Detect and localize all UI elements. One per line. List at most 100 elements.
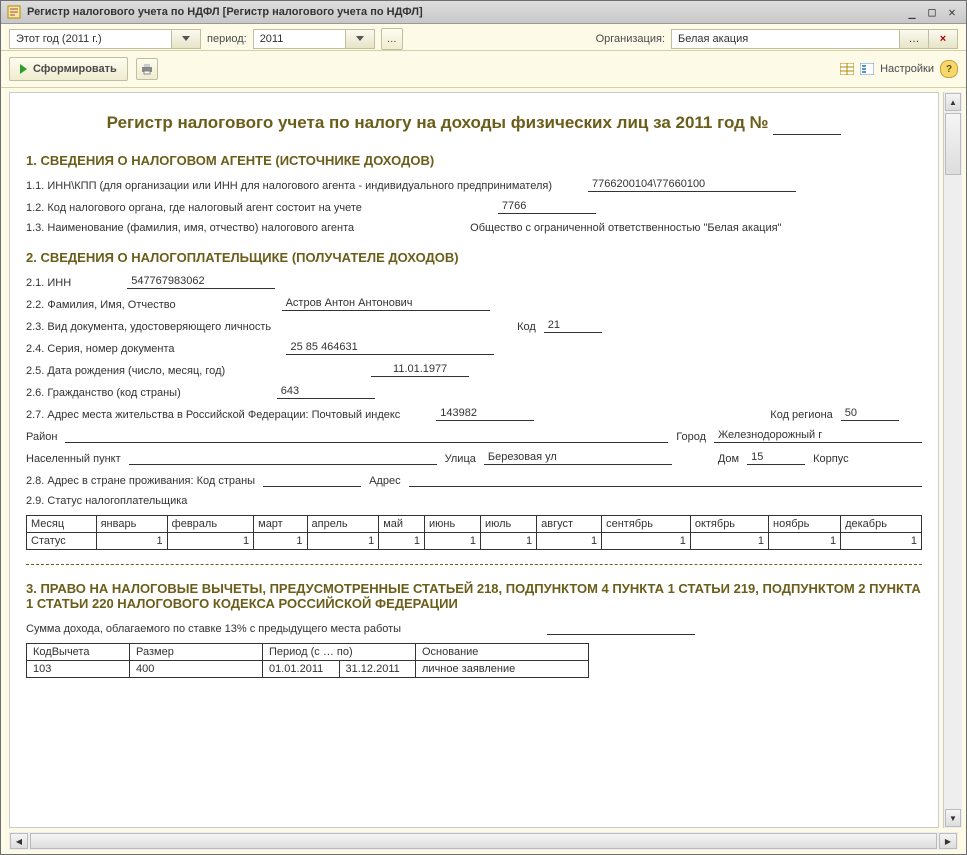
field-2-7-region-label: Код региона: [770, 409, 832, 421]
field-2-5-value: 11.01.1977: [371, 363, 469, 377]
window-title: Регистр налогового учета по НДФЛ [Регист…: [27, 6, 423, 18]
month-cell: май: [379, 516, 425, 533]
field-1-2-label: 1.2. Код налогового органа, где налоговы…: [26, 202, 362, 214]
year-selector[interactable]: Этот год (2011 г.): [9, 29, 201, 49]
scroll-up-button[interactable]: ▲: [945, 93, 961, 111]
org-clear-button[interactable]: ×: [928, 30, 957, 48]
district-label: Район: [26, 431, 57, 443]
maximize-button[interactable]: □: [924, 5, 940, 19]
field-2-5-label: 2.5. Дата рождения (число, месяц, год): [26, 365, 225, 377]
house-value: 15: [747, 451, 805, 465]
period-selector[interactable]: 2011: [253, 29, 375, 49]
status-cell: 1: [602, 533, 691, 550]
field-2-6-value: 643: [277, 385, 375, 399]
close-button[interactable]: ✕: [944, 5, 960, 19]
locality-label: Населенный пункт: [26, 453, 121, 465]
scroll-thumb[interactable]: [30, 833, 937, 849]
month-cell: октябрь: [690, 516, 768, 533]
filter-toolbar: Этот год (2011 г.) период: 2011 … Органи…: [1, 24, 966, 51]
month-cell: февраль: [167, 516, 253, 533]
field-1-2-value: 7766: [498, 200, 596, 214]
prev-income-value: [547, 621, 695, 635]
field-2-2-value: Астров Антон Антонович: [282, 297, 490, 311]
month-cell: июнь: [425, 516, 481, 533]
print-button[interactable]: [136, 58, 158, 80]
month-cell: январь: [96, 516, 167, 533]
scroll-left-button[interactable]: ◀: [10, 833, 28, 849]
table-row: Статус111111111111: [27, 533, 922, 550]
period-value: 2011: [254, 33, 290, 45]
month-cell: декабрь: [841, 516, 922, 533]
vertical-scrollbar[interactable]: ▲ ▼: [943, 92, 962, 828]
city-value: Железнодорожный г: [714, 429, 922, 443]
field-1-3-label: 1.3. Наименование (фамилия, имя, отчеств…: [26, 222, 354, 234]
prev-income-label: Сумма дохода, облагаемого по ставке 13% …: [26, 623, 401, 635]
building-label: Корпус: [813, 453, 848, 465]
city-label: Город: [676, 431, 706, 443]
chevron-down-icon[interactable]: [345, 30, 374, 48]
status-cell: 1: [379, 533, 425, 550]
help-button[interactable]: ?: [940, 60, 958, 78]
generate-button-label: Сформировать: [33, 63, 117, 75]
ded-h-size: Размер: [130, 644, 263, 661]
field-2-3-label: 2.3. Вид документа, удостоверяющего личн…: [26, 321, 271, 333]
table-row: 103 400 01.01.2011 31.12.2011 личное зая…: [27, 661, 589, 678]
month-cell: сентябрь: [602, 516, 691, 533]
scroll-track[interactable]: [944, 176, 962, 808]
field-2-3-code: 21: [544, 319, 602, 333]
status-table: Месяцянварьфевральмартапрельмайиюньиюльа…: [26, 515, 922, 550]
ded-from: 01.01.2011: [263, 661, 340, 678]
status-cell: 1: [537, 533, 602, 550]
settings-icon[interactable]: [860, 63, 874, 75]
org-selector[interactable]: Белая акация … ×: [671, 29, 958, 49]
field-2-8-country: [263, 473, 361, 487]
field-2-6-label: 2.6. Гражданство (код страны): [26, 387, 181, 399]
deduction-table: КодВычета Размер Период (с … по) Основан…: [26, 643, 589, 678]
field-2-8-label: 2.8. Адрес в стране проживания: Код стра…: [26, 475, 255, 487]
house-label: Дом: [718, 453, 739, 465]
field-1-1-value: 7766200104\77660100: [588, 178, 796, 192]
field-2-2-label: 2.2. Фамилия, Имя, Отчество: [26, 299, 176, 311]
status-cell: 1: [841, 533, 922, 550]
section3-heading: 3. ПРАВО НА НАЛОГОВЫЕ ВЫЧЕТЫ, ПРЕДУСМОТР…: [26, 581, 922, 611]
org-value: Белая акация: [672, 33, 754, 45]
section1-heading: 1. СВЕДЕНИЯ О НАЛОГОВОМ АГЕНТЕ (ИСТОЧНИК…: [26, 153, 922, 168]
app-window: Регистр налогового учета по НДФЛ [Регист…: [0, 0, 967, 855]
status-cell: 1: [167, 533, 253, 550]
status-cell: 1: [690, 533, 768, 550]
ded-h-code: КодВычета: [27, 644, 130, 661]
minimize-button[interactable]: _: [904, 5, 920, 19]
field-2-4-label: 2.4. Серия, номер документа: [26, 343, 174, 355]
report-viewport[interactable]: Регистр налогового учета по налогу на до…: [9, 92, 939, 828]
action-toolbar: Сформировать Настройки ?: [1, 51, 966, 88]
month-cell: август: [537, 516, 602, 533]
period-picker-button[interactable]: …: [381, 28, 403, 50]
table-icon[interactable]: [840, 63, 854, 75]
year-selector-value: Этот год (2011 г.): [10, 33, 108, 45]
generate-button[interactable]: Сформировать: [9, 57, 128, 81]
period-label: период:: [207, 33, 247, 45]
district-value: [65, 429, 668, 443]
titlebar: Регистр налогового учета по НДФЛ [Регист…: [1, 1, 966, 24]
field-1-1-label: 1.1. ИНН\КПП (для организации или ИНН дл…: [26, 180, 552, 192]
ded-size: 400: [130, 661, 263, 678]
table-row: КодВычета Размер Период (с … по) Основан…: [27, 644, 589, 661]
status-cell: 1: [425, 533, 481, 550]
ded-basis: личное заявление: [416, 661, 589, 678]
app-icon: [7, 5, 21, 19]
chevron-down-icon[interactable]: [171, 30, 200, 48]
scroll-thumb[interactable]: [945, 113, 961, 175]
org-lookup-button[interactable]: …: [899, 30, 928, 48]
month-cell: апрель: [307, 516, 379, 533]
horizontal-scrollbar[interactable]: ◀ ▶: [9, 832, 958, 850]
scroll-right-button[interactable]: ▶: [939, 833, 957, 849]
status-cell: 1: [307, 533, 379, 550]
status-cell: 1: [769, 533, 841, 550]
month-cell: ноябрь: [769, 516, 841, 533]
settings-link[interactable]: Настройки: [880, 63, 934, 75]
field-2-1-label: 2.1. ИНН: [26, 277, 71, 289]
field-2-8-addr: [409, 473, 922, 487]
scroll-down-button[interactable]: ▼: [945, 809, 961, 827]
month-cell: июль: [480, 516, 536, 533]
field-2-7-label: 2.7. Адрес места жительства в Российской…: [26, 409, 400, 421]
